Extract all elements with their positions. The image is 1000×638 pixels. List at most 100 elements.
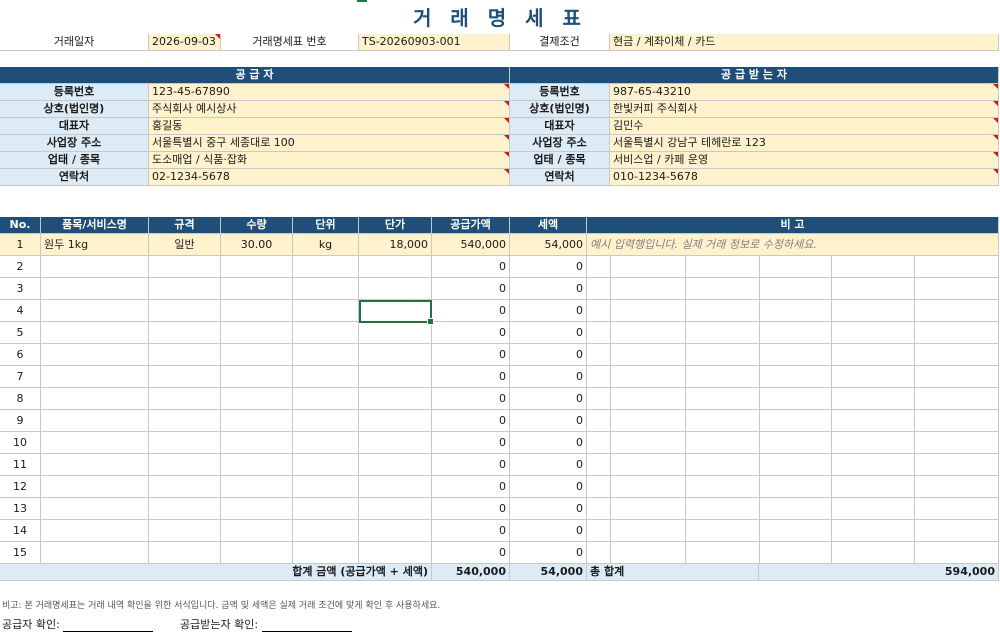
table-cell[interactable] [359, 432, 432, 454]
table-cell[interactable] [359, 520, 432, 542]
note-cell[interactable] [611, 388, 686, 410]
note-cell[interactable] [915, 344, 999, 366]
note-cell[interactable] [832, 322, 915, 344]
table-cell[interactable] [149, 542, 221, 564]
note-cell[interactable] [587, 432, 611, 454]
supplier-value[interactable]: 주식회사 예시상사 [149, 101, 510, 118]
table-cell[interactable] [149, 322, 221, 344]
table-cell[interactable]: 0 [432, 476, 510, 498]
table-cell[interactable] [41, 520, 149, 542]
terms-value[interactable]: 현금 / 계좌이체 / 카드 [610, 34, 999, 51]
table-cell[interactable] [293, 344, 359, 366]
table-cell[interactable] [149, 344, 221, 366]
note-cell[interactable] [915, 256, 999, 278]
receiver-value[interactable]: 987-65-43210 [610, 84, 999, 101]
table-cell[interactable]: 6 [0, 344, 41, 366]
table-cell[interactable] [41, 476, 149, 498]
note-cell[interactable] [611, 300, 686, 322]
table-cell[interactable] [221, 410, 293, 432]
table-cell[interactable]: 0 [510, 256, 587, 278]
receiver-value[interactable]: 서비스업 / 카페 운영 [610, 152, 999, 169]
table-cell[interactable] [41, 388, 149, 410]
table-cell[interactable]: 540,000 [432, 234, 510, 256]
table-cell[interactable] [293, 410, 359, 432]
note-cell[interactable] [915, 388, 999, 410]
table-cell[interactable]: 0 [432, 454, 510, 476]
note-cell[interactable] [915, 300, 999, 322]
table-cell[interactable] [359, 542, 432, 564]
table-cell[interactable]: 14 [0, 520, 41, 542]
note-cell[interactable] [832, 410, 915, 432]
table-cell[interactable] [293, 476, 359, 498]
table-cell[interactable] [293, 520, 359, 542]
table-cell[interactable]: 30.00 [221, 234, 293, 256]
table-cell[interactable] [221, 256, 293, 278]
note-cell[interactable] [611, 498, 686, 520]
table-cell[interactable] [149, 278, 221, 300]
table-cell[interactable] [41, 322, 149, 344]
table-cell[interactable] [221, 278, 293, 300]
note-cell[interactable] [832, 432, 915, 454]
note-cell[interactable] [832, 498, 915, 520]
note-cell[interactable] [587, 388, 611, 410]
table-cell[interactable]: 18,000 [359, 234, 432, 256]
note-cell[interactable]: 예시 입력행입니다. 실제 거래 정보로 수정하세요. [587, 234, 999, 256]
table-cell[interactable]: 5 [0, 322, 41, 344]
note-cell[interactable] [611, 432, 686, 454]
table-cell[interactable] [41, 432, 149, 454]
note-cell[interactable] [686, 322, 760, 344]
note-cell[interactable] [686, 520, 760, 542]
note-cell[interactable] [686, 542, 760, 564]
note-cell[interactable] [832, 278, 915, 300]
table-cell[interactable] [293, 300, 359, 322]
note-cell[interactable] [760, 432, 832, 454]
table-cell[interactable]: 9 [0, 410, 41, 432]
table-cell[interactable]: 13 [0, 498, 41, 520]
table-cell[interactable] [293, 278, 359, 300]
note-cell[interactable] [587, 454, 611, 476]
table-cell[interactable] [149, 520, 221, 542]
table-cell[interactable] [293, 432, 359, 454]
table-cell[interactable]: 일반 [149, 234, 221, 256]
table-cell[interactable]: 1 [0, 234, 41, 256]
note-cell[interactable] [760, 454, 832, 476]
note-cell[interactable] [915, 454, 999, 476]
table-cell[interactable] [359, 256, 432, 278]
table-cell[interactable] [359, 366, 432, 388]
table-cell[interactable]: 0 [432, 498, 510, 520]
note-cell[interactable] [611, 454, 686, 476]
note-cell[interactable] [760, 344, 832, 366]
table-cell[interactable]: 0 [510, 498, 587, 520]
number-value[interactable]: TS-20260903-001 [359, 34, 510, 51]
table-cell[interactable] [41, 542, 149, 564]
supplier-value[interactable]: 02-1234-5678 [149, 169, 510, 186]
supplier-value[interactable]: 123-45-67890 [149, 84, 510, 101]
table-cell[interactable] [221, 520, 293, 542]
table-cell[interactable] [359, 476, 432, 498]
table-cell[interactable]: 0 [510, 366, 587, 388]
note-cell[interactable] [832, 454, 915, 476]
table-cell[interactable] [293, 542, 359, 564]
note-cell[interactable] [611, 344, 686, 366]
table-cell[interactable] [293, 322, 359, 344]
table-cell[interactable]: kg [293, 234, 359, 256]
note-cell[interactable] [686, 344, 760, 366]
table-cell[interactable] [149, 300, 221, 322]
note-cell[interactable] [611, 520, 686, 542]
note-cell[interactable] [611, 542, 686, 564]
note-cell[interactable] [587, 300, 611, 322]
table-cell[interactable]: 11 [0, 454, 41, 476]
table-cell[interactable] [359, 498, 432, 520]
note-cell[interactable] [760, 410, 832, 432]
note-cell[interactable] [587, 278, 611, 300]
active-cell-selection[interactable] [359, 300, 434, 325]
table-cell[interactable] [149, 366, 221, 388]
table-cell[interactable] [41, 344, 149, 366]
table-cell[interactable] [221, 300, 293, 322]
table-cell[interactable] [359, 278, 432, 300]
note-cell[interactable] [587, 476, 611, 498]
table-cell[interactable]: 54,000 [510, 234, 587, 256]
note-cell[interactable] [915, 366, 999, 388]
note-cell[interactable] [760, 498, 832, 520]
supplier-value[interactable]: 도소매업 / 식품·잡화 [149, 152, 510, 169]
